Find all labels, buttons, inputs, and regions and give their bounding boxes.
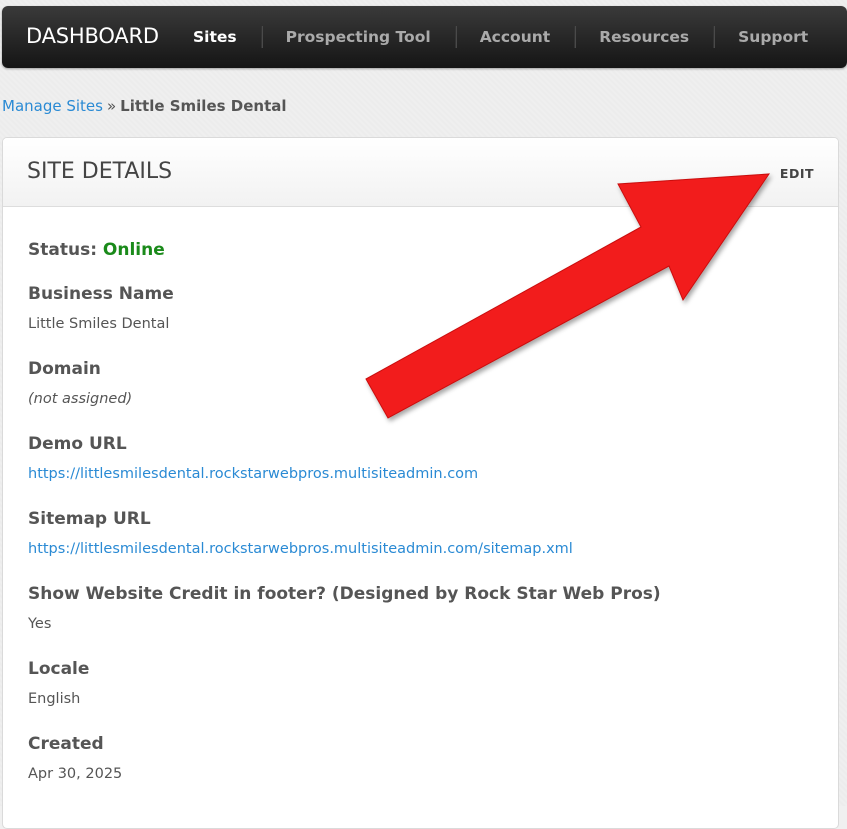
created-field: Created Apr 30, 2025	[28, 734, 122, 782]
website-credit-field: Show Website Credit in footer? (Designed…	[28, 584, 661, 632]
locale-value: English	[28, 691, 81, 707]
status-badge: Online	[102, 240, 165, 260]
panel-header: SITE DETAILS EDIT	[3, 138, 838, 207]
nav-item-support[interactable]: Support	[714, 6, 832, 68]
top-navbar: DASHBOARD Sites Prospecting Tool Account…	[2, 6, 847, 68]
locale-label: Locale	[28, 659, 90, 679]
sitemap-url-field: Sitemap URL https://littlesmilesdental.r…	[28, 509, 573, 557]
website-credit-label: Show Website Credit in footer? (Designed…	[28, 584, 661, 604]
breadcrumb-separator: »	[106, 97, 117, 115]
sitemap-url-label: Sitemap URL	[28, 509, 151, 529]
breadcrumb: Manage Sites» Little Smiles Dental	[2, 97, 287, 115]
sitemap-url-link[interactable]: https://littlesmilesdental.rockstarwebpr…	[28, 541, 573, 557]
breadcrumb-manage-sites-link[interactable]: Manage Sites	[2, 97, 103, 115]
domain-label: Domain	[28, 359, 101, 379]
nav-item-prospecting-tool[interactable]: Prospecting Tool	[262, 6, 455, 68]
brand-logo[interactable]: DASHBOARD	[26, 24, 159, 48]
status-label: Status:	[28, 240, 97, 260]
business-name-label: Business Name	[28, 284, 174, 304]
locale-field: Locale English	[28, 659, 89, 707]
demo-url-link[interactable]: https://littlesmilesdental.rockstarwebpr…	[28, 466, 478, 482]
business-name-field: Business Name Little Smiles Dental	[28, 284, 174, 332]
nav-item-account[interactable]: Account	[456, 6, 575, 68]
nav-menu: Sites Prospecting Tool Account Resources…	[169, 6, 832, 68]
domain-value: (not assigned)	[28, 391, 133, 407]
created-value: Apr 30, 2025	[28, 766, 123, 782]
panel-title: SITE DETAILS	[27, 159, 173, 184]
created-label: Created	[28, 734, 104, 754]
demo-url-field: Demo URL https://littlesmilesdental.rock…	[28, 434, 478, 482]
business-name-value: Little Smiles Dental	[28, 316, 170, 332]
edit-button[interactable]: EDIT	[780, 166, 814, 181]
domain-field: Domain (not assigned)	[28, 359, 132, 407]
breadcrumb-current: Little Smiles Dental	[120, 97, 287, 115]
site-details-panel: SITE DETAILS EDIT Status: Online Busines…	[2, 137, 839, 829]
nav-item-resources[interactable]: Resources	[575, 6, 713, 68]
nav-item-sites[interactable]: Sites	[169, 6, 261, 68]
website-credit-value: Yes	[28, 616, 52, 632]
status-field: Status: Online	[28, 240, 165, 260]
demo-url-label: Demo URL	[28, 434, 127, 454]
